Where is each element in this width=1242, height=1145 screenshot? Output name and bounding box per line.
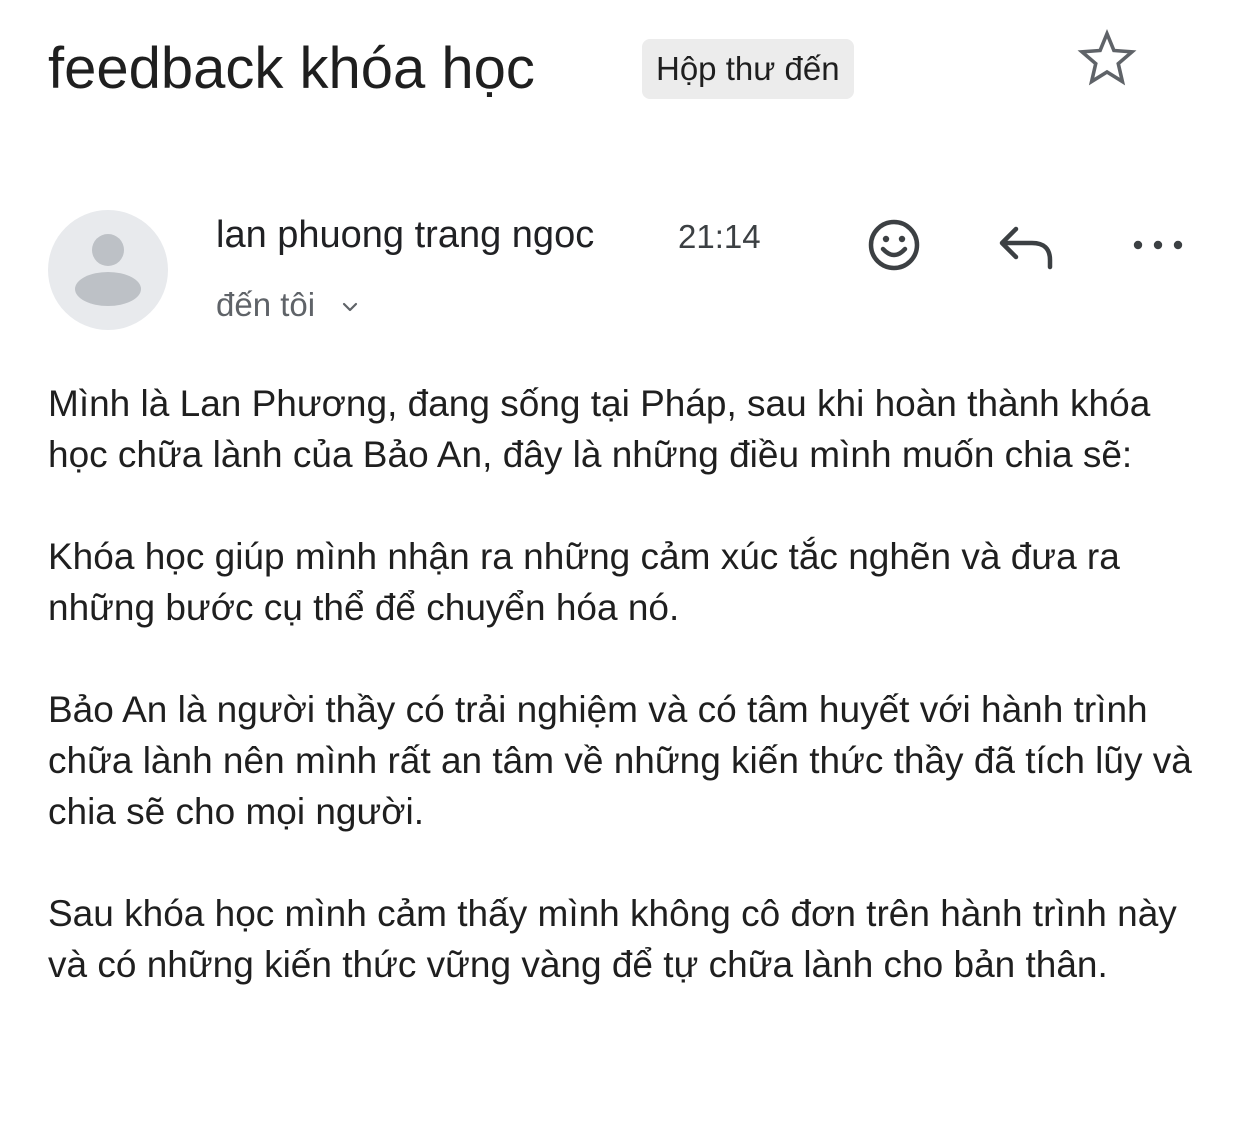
body-paragraph: Bảo An là người thầy có trải nghiệm và c… bbox=[48, 689, 1192, 832]
body-paragraph: Khóa học giúp mình nhận ra những cảm xúc… bbox=[48, 536, 1120, 628]
chevron-down-icon bbox=[343, 303, 358, 312]
subject-row: feedback khóa học Hộp thư đến bbox=[48, 28, 1202, 118]
recipient-label: đến tôi bbox=[216, 286, 316, 323]
recipient-details-toggle[interactable]: đến tôi bbox=[216, 282, 362, 328]
star-icon[interactable] bbox=[1074, 26, 1140, 92]
sender-name[interactable]: lan phuong trang ngoc bbox=[216, 210, 594, 260]
reply-icon[interactable] bbox=[994, 212, 1058, 276]
email-subject: feedback khóa học bbox=[48, 36, 535, 101]
more-horizontal-icon[interactable] bbox=[1126, 212, 1190, 276]
email-time: 21:14 bbox=[678, 218, 761, 255]
body-paragraph: Sau khóa học mình cảm thấy mình không cô… bbox=[48, 893, 1177, 985]
inbox-label-chip[interactable]: Hộp thư đến bbox=[642, 39, 854, 99]
email-body: Mình là Lan Phương, đang sống tại Pháp, … bbox=[48, 378, 1208, 990]
default-avatar-icon bbox=[75, 234, 141, 306]
sender-avatar[interactable] bbox=[48, 210, 168, 330]
body-paragraph: Mình là Lan Phương, đang sống tại Pháp, … bbox=[48, 383, 1151, 475]
smiley-icon[interactable] bbox=[862, 212, 926, 276]
